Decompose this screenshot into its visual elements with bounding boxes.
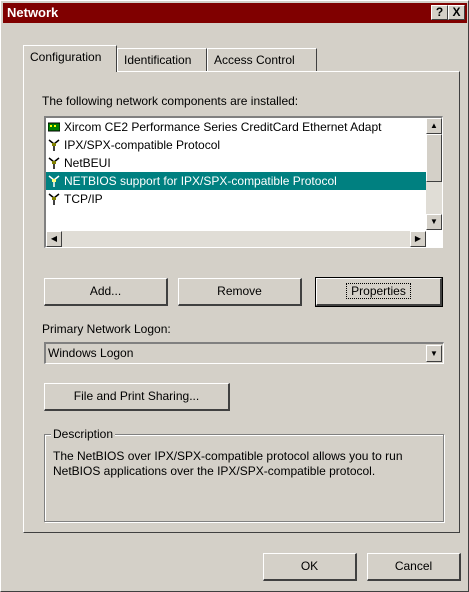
close-button[interactable]: X — [448, 5, 465, 20]
file-print-sharing-label: File and Print Sharing... — [73, 389, 200, 403]
scroll-down-icon[interactable]: ▼ — [426, 214, 442, 230]
tab-identification[interactable]: Identification — [117, 48, 207, 72]
components-heading: The following network components are ins… — [42, 94, 299, 108]
remove-button[interactable]: Remove — [178, 278, 302, 306]
protocol-icon — [48, 157, 60, 169]
configuration-panel: The following network components are ins… — [23, 71, 460, 533]
logon-label: Primary Network Logon: — [42, 322, 171, 336]
window-title: Network — [7, 5, 59, 20]
scroll-right-icon[interactable]: ▶ — [410, 231, 426, 247]
remove-button-label: Remove — [217, 284, 262, 298]
horizontal-scrollbar[interactable]: ◀ ▶ — [46, 231, 426, 247]
tab-identification-label: Identification — [124, 53, 192, 67]
scroll-left-icon[interactable]: ◀ — [46, 231, 62, 247]
list-item[interactable]: Xircom CE2 Performance Series CreditCard… — [46, 118, 426, 136]
protocol-icon — [48, 139, 60, 151]
add-button-label: Add... — [89, 284, 122, 298]
protocol-icon — [48, 175, 60, 187]
description-legend: Description — [51, 427, 116, 441]
list-item[interactable]: IPX/SPX-compatible Protocol — [46, 136, 426, 154]
tab-access-control-label: Access Control — [214, 53, 295, 67]
description-text: The NetBIOS over IPX/SPX-compatible prot… — [53, 449, 403, 478]
list-item-label: NETBIOS support for IPX/SPX-compatible P… — [64, 174, 337, 188]
tab-configuration-label: Configuration — [30, 50, 102, 64]
components-list[interactable]: Xircom CE2 Performance Series CreditCard… — [44, 116, 443, 248]
vertical-scrollbar[interactable]: ▲ ▼ — [426, 118, 442, 230]
list-item-selected[interactable]: NETBIOS support for IPX/SPX-compatible P… — [46, 172, 426, 190]
cancel-button[interactable]: Cancel — [367, 553, 461, 581]
cancel-button-label: Cancel — [394, 559, 433, 573]
file-print-sharing-button[interactable]: File and Print Sharing... — [44, 383, 230, 411]
protocol-icon — [48, 193, 60, 205]
help-button[interactable]: ? — [431, 5, 448, 20]
adapter-icon — [48, 122, 60, 132]
tab-configuration[interactable]: Configuration — [23, 45, 117, 72]
list-item-label: Xircom CE2 Performance Series CreditCard… — [64, 120, 382, 134]
scroll-up-icon[interactable]: ▲ — [426, 118, 442, 134]
chevron-down-icon[interactable]: ▼ — [426, 345, 442, 362]
list-item-label: IPX/SPX-compatible Protocol — [64, 138, 221, 152]
network-dialog: Network ? X Configuration Identification… — [0, 0, 469, 592]
description-group: Description The NetBIOS over IPX/SPX-com… — [44, 427, 444, 522]
list-item[interactable]: NetBEUI — [46, 154, 426, 172]
primary-logon-select[interactable]: Windows Logon ▼ — [44, 342, 444, 364]
tab-access-control[interactable]: Access Control — [207, 48, 317, 72]
properties-button-label: Properties — [346, 283, 411, 299]
list-item[interactable]: TCP/IP — [46, 190, 426, 208]
scroll-thumb[interactable] — [426, 134, 442, 182]
ok-button-label: OK — [300, 559, 319, 573]
list-item-label: NetBEUI — [64, 156, 111, 170]
list-item-label: TCP/IP — [64, 192, 103, 206]
primary-logon-value: Windows Logon — [48, 346, 134, 360]
ok-button[interactable]: OK — [263, 553, 357, 581]
add-button[interactable]: Add... — [44, 278, 168, 306]
title-bar[interactable]: Network ? X — [3, 3, 467, 23]
properties-button[interactable]: Properties — [315, 277, 443, 307]
